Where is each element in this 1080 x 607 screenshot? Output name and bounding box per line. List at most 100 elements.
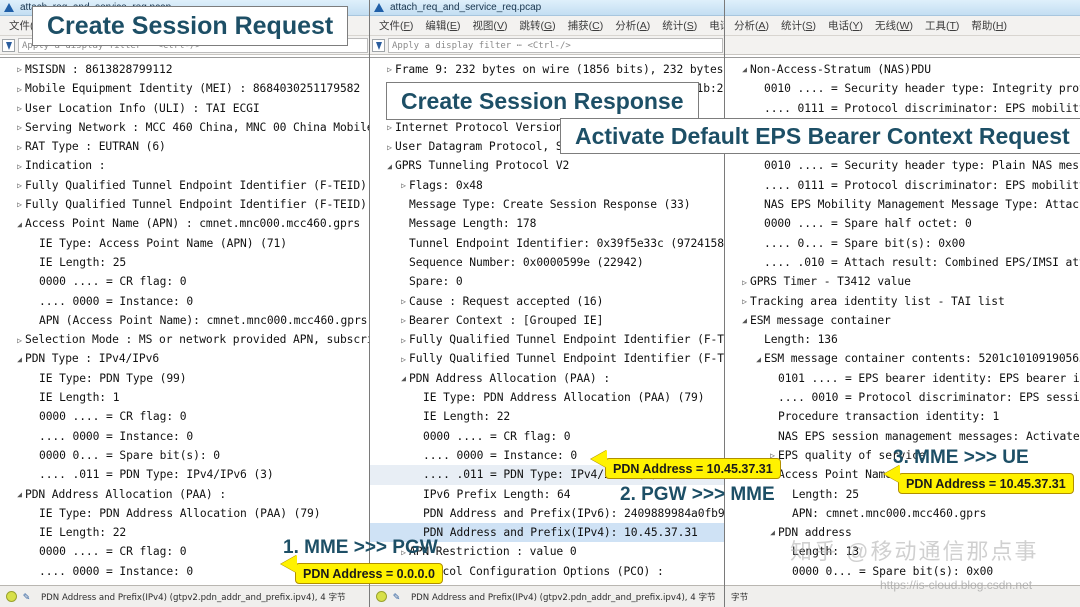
tree-row[interactable]: ◢ ESM message container contents: 5201c10… xyxy=(725,349,1080,368)
tree-collapsed-icon[interactable]: ▷ xyxy=(739,273,750,292)
tree-expanded-icon[interactable]: ◢ xyxy=(739,60,750,79)
tree-collapsed-icon[interactable]: ▷ xyxy=(14,80,25,99)
tree-row[interactable]: ◢ ESM message container xyxy=(725,311,1080,330)
display-filter-input-right[interactable] xyxy=(727,37,1078,53)
menu-item-5[interactable]: 工具(T) xyxy=(919,17,965,34)
tree-collapsed-icon[interactable]: ▷ xyxy=(14,331,25,350)
tree-row[interactable]: 0000 .... = Spare half octet: 0 xyxy=(725,214,1080,233)
tree-collapsed-icon[interactable]: ▷ xyxy=(14,157,25,176)
tree-row[interactable]: IE Type: PDN Address Allocation (PAA) (7… xyxy=(0,504,370,523)
filter-bookmark-icon[interactable] xyxy=(372,38,385,52)
tree-row[interactable]: ▷ User Location Info (ULI) : TAI ECGI xyxy=(0,99,370,118)
tree-row[interactable]: Sequence Number: 0x0000599e (22942) xyxy=(370,253,725,272)
tree-row[interactable]: Procedure transaction identity: 1 xyxy=(725,407,1080,426)
tree-row[interactable]: .... 0... = Spare bit(s): 0x00 xyxy=(725,234,1080,253)
tree-row[interactable]: IE Type: PDN Type (99) xyxy=(0,369,370,388)
tree-expanded-icon[interactable]: ◢ xyxy=(384,157,395,176)
tree-row[interactable]: ▷ Tracking area identity list - TAI list xyxy=(725,292,1080,311)
tree-collapsed-icon[interactable]: ▷ xyxy=(398,350,409,369)
tree-row[interactable]: IE Length: 22 xyxy=(370,407,725,426)
tree-row[interactable]: ◢ PDN Type : IPv4/IPv6 xyxy=(0,349,370,368)
menu-item-2[interactable]: 编辑(E) xyxy=(419,17,466,34)
menu-item-2[interactable]: 统计(S) xyxy=(775,17,822,34)
tree-expanded-icon[interactable]: ◢ xyxy=(14,215,25,234)
tree-row[interactable]: ▷ Cause : Request accepted (16) xyxy=(370,292,725,311)
tree-row[interactable]: Message Length: 178 xyxy=(370,214,725,233)
tree-row[interactable]: APN (Access Point Name): cmnet.mnc000.mc… xyxy=(0,311,370,330)
menu-item-5[interactable]: 捕获(C) xyxy=(562,17,610,34)
tree-row[interactable]: ▷ Indication : xyxy=(0,156,370,175)
tree-row[interactable]: 0010 .... = Security header type: Integr… xyxy=(725,79,1080,98)
display-filter-input-middle[interactable]: Apply a display filter ⋯ <Ctrl-/> xyxy=(388,37,723,53)
tree-collapsed-icon[interactable]: ▷ xyxy=(14,138,25,157)
packet-detail-tree-left[interactable]: ▷ MSISDN : 8613828799112 ▷ Mobile Equipment… xyxy=(0,57,370,585)
menu-item-6[interactable]: 分析(A) xyxy=(609,17,656,34)
tree-collapsed-icon[interactable]: ▷ xyxy=(398,176,409,195)
tree-row[interactable]: 0010 .... = Security header type: Plain … xyxy=(725,156,1080,175)
filter-bookmark-icon[interactable] xyxy=(2,38,15,52)
tree-row[interactable]: ▷ Selection Mode : MS or network provided… xyxy=(0,330,370,349)
tree-collapsed-icon[interactable]: ▷ xyxy=(14,176,25,195)
tree-row[interactable]: NAS EPS Mobility Management Message Type… xyxy=(725,195,1080,214)
expert-info-icon[interactable]: ✎ xyxy=(393,590,405,603)
tree-row[interactable]: Message Type: Create Session Response (3… xyxy=(370,195,725,214)
menu-item-1[interactable]: 分析(A) xyxy=(728,17,775,34)
menu-item-4[interactable]: 无线(W) xyxy=(869,17,919,34)
tree-expanded-icon[interactable]: ◢ xyxy=(767,523,778,542)
tree-collapsed-icon[interactable]: ▷ xyxy=(14,195,25,214)
tree-row[interactable]: .... 0111 = Protocol discriminator: EPS … xyxy=(725,99,1080,118)
tree-row[interactable]: ▷ RAT Type : EUTRAN (6) xyxy=(0,137,370,156)
tree-row[interactable]: .... 0000 = Instance: 0 xyxy=(0,427,370,446)
tree-row[interactable]: PDN Address and Prefix(IPv6): 2409889984… xyxy=(370,504,725,523)
tree-row[interactable]: 0000 .... = CR flag: 0 xyxy=(370,427,725,446)
tree-row[interactable]: APN: cmnet.mnc000.mcc460.gprs xyxy=(725,504,1080,523)
tree-collapsed-icon[interactable]: ▷ xyxy=(14,60,25,79)
tree-collapsed-icon[interactable]: ▷ xyxy=(739,292,750,311)
tree-collapsed-icon[interactable]: ▷ xyxy=(398,292,409,311)
menu-item-3[interactable]: 视图(V) xyxy=(466,17,513,34)
tree-row[interactable]: 0000 .... = CR flag: 0 xyxy=(0,272,370,291)
tree-row[interactable]: Tunnel Endpoint Identifier: 0x39f5e33c (… xyxy=(370,234,725,253)
tree-row[interactable]: .... .010 = Attach result: Combined EPS/… xyxy=(725,253,1080,272)
tree-expanded-icon[interactable]: ◢ xyxy=(739,311,750,330)
tree-row[interactable]: ▷ Mobile Equipment Identity (MEI) : 86840… xyxy=(0,79,370,98)
tree-collapsed-icon[interactable]: ▷ xyxy=(384,60,395,79)
tree-row[interactable]: Length: 13 xyxy=(725,542,1080,561)
tree-row[interactable]: ◢ PDN address xyxy=(725,523,1080,542)
tree-row[interactable]: ▷ Fully Qualified Tunnel Endpoint Identif… xyxy=(0,195,370,214)
tree-expanded-icon[interactable]: ◢ xyxy=(14,350,25,369)
tree-collapsed-icon[interactable]: ▷ xyxy=(398,331,409,350)
tree-collapsed-icon[interactable]: ▷ xyxy=(14,99,25,118)
tree-row[interactable]: ▷ Fully Qualified Tunnel Endpoint Identif… xyxy=(0,176,370,195)
menu-item-4[interactable]: 跳转(G) xyxy=(513,17,561,34)
tree-row[interactable]: ◢ GPRS Tunneling Protocol V2 xyxy=(370,156,725,175)
menu-item-6[interactable]: 帮助(H) xyxy=(965,17,1013,34)
tree-row[interactable]: NAS EPS session management messages: Act… xyxy=(725,427,1080,446)
tree-row[interactable]: .... 0000 = Instance: 0 xyxy=(0,292,370,311)
tree-row[interactable]: Spare: 0 xyxy=(370,272,725,291)
tree-expanded-icon[interactable]: ◢ xyxy=(14,485,25,504)
tree-row[interactable]: .... .011 = PDN Type: IPv4/IPv6 (3) xyxy=(0,465,370,484)
tree-row[interactable]: ◢ PDN Address Allocation (PAA) : xyxy=(370,369,725,388)
menu-item-8[interactable]: 电话(Y) xyxy=(703,17,725,34)
tree-row[interactable]: ▷ MSISDN : 8613828799112 xyxy=(0,60,370,79)
menu-item-3[interactable]: 电话(Y) xyxy=(822,17,869,34)
tree-row[interactable]: IE Length: 25 xyxy=(0,253,370,272)
tree-row[interactable]: ◢ Non-Access-Stratum (NAS)PDU xyxy=(725,60,1080,79)
tree-row[interactable]: ▷ Bearer Context : [Grouped IE] xyxy=(370,311,725,330)
tree-row[interactable]: 0000 0... = Spare bit(s): 0x00 xyxy=(725,562,1080,581)
menu-item-1[interactable]: 文件(F) xyxy=(373,17,419,34)
tree-row[interactable]: .... 0111 = Protocol discriminator: EPS … xyxy=(725,176,1080,195)
tree-row[interactable]: ◢ PDN Address Allocation (PAA) : xyxy=(0,485,370,504)
tree-expanded-icon[interactable]: ◢ xyxy=(398,369,409,388)
tree-row[interactable]: 0101 .... = EPS bearer identity: EPS bea… xyxy=(725,369,1080,388)
menu-item-7[interactable]: 统计(S) xyxy=(656,17,703,34)
tree-row[interactable]: IE Length: 1 xyxy=(0,388,370,407)
tree-row[interactable]: IE Type: Access Point Name (APN) (71) xyxy=(0,234,370,253)
tree-row[interactable]: Length: 136 xyxy=(725,330,1080,349)
tree-row[interactable]: ▷ Frame 9: 232 bytes on wire (1856 bits),… xyxy=(370,60,725,79)
tree-collapsed-icon[interactable]: ▷ xyxy=(398,311,409,330)
expert-info-icon[interactable]: ✎ xyxy=(23,590,35,603)
tree-row[interactable]: .... 0010 = Protocol discriminator: EPS … xyxy=(725,388,1080,407)
tree-row[interactable]: ▷ Flags: 0x48 xyxy=(370,176,725,195)
